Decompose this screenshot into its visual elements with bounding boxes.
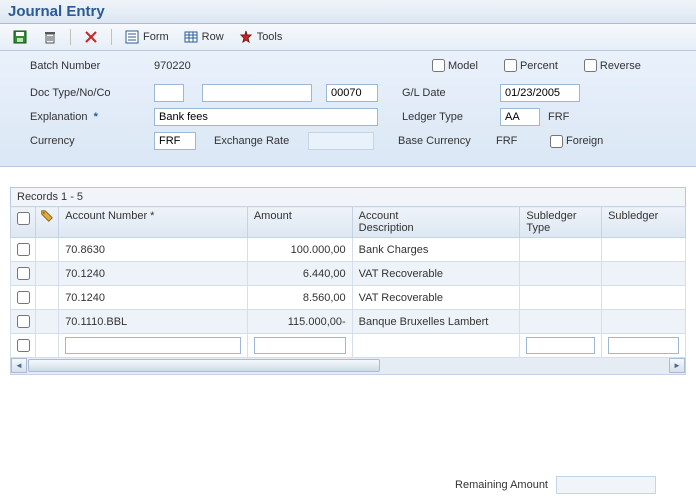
delete-button[interactable]	[38, 27, 62, 47]
cell-account[interactable]: 70.1110.BBL	[59, 310, 248, 334]
records-count: Records 1 - 5	[10, 187, 686, 206]
gl-date-label: G/L Date	[402, 87, 492, 99]
base-currency-label: Base Currency	[398, 135, 488, 147]
row-select[interactable]	[17, 339, 30, 352]
currency-field[interactable]	[154, 132, 196, 150]
row-select[interactable]	[17, 243, 30, 256]
col-subledger[interactable]: Subledger	[602, 207, 686, 238]
scroll-thumb[interactable]	[28, 359, 380, 372]
scroll-left-arrow[interactable]: ◄	[11, 358, 27, 373]
cell-account[interactable]: 70.1240	[59, 286, 248, 310]
cell-sub[interactable]	[602, 238, 686, 262]
table-row[interactable]: 70.8630 100.000,00 Bank Charges	[11, 238, 686, 262]
cell-desc[interactable]: VAT Recoverable	[352, 286, 520, 310]
qbe-icon[interactable]	[36, 207, 59, 238]
ledger-type-field[interactable]	[500, 108, 540, 126]
tools-menu-label: Tools	[257, 31, 283, 43]
ledger-currency-value: FRF	[548, 111, 578, 123]
cell-amount[interactable]: 8.560,00	[247, 286, 352, 310]
grid-region: Records 1 - 5 Account Number * Amount Ac…	[0, 187, 696, 375]
new-amount-input[interactable]	[254, 337, 346, 354]
model-checkbox[interactable]: Model	[432, 59, 478, 72]
new-account-input[interactable]	[65, 337, 241, 354]
save-button[interactable]	[8, 27, 32, 47]
explanation-label: Explanation *	[30, 111, 150, 123]
cell-desc[interactable]: Bank Charges	[352, 238, 520, 262]
base-currency-value: FRF	[496, 135, 542, 147]
cell-sub[interactable]	[602, 286, 686, 310]
doc-type-field[interactable]	[154, 84, 184, 102]
cell-sub[interactable]	[602, 310, 686, 334]
cell-subtype[interactable]	[520, 238, 602, 262]
header-form: Batch Number 970220 Model Percent Revers…	[0, 51, 696, 167]
grid-table: Account Number * Amount Account Descript…	[10, 206, 686, 358]
cell-account[interactable]: 70.1240	[59, 262, 248, 286]
remaining-amount-field	[556, 476, 656, 494]
form-menu[interactable]: Form	[120, 27, 173, 47]
cell-desc[interactable]: VAT Recoverable	[352, 262, 520, 286]
foreign-checkbox[interactable]: Foreign	[550, 135, 603, 148]
row-select[interactable]	[17, 291, 30, 304]
form-menu-label: Form	[143, 31, 169, 43]
cancel-button[interactable]	[79, 27, 103, 47]
new-subtype-input[interactable]	[526, 337, 595, 354]
cell-amount[interactable]: 100.000,00	[247, 238, 352, 262]
percent-checkbox[interactable]: Percent	[504, 59, 558, 72]
ledger-type-label: Ledger Type	[402, 111, 492, 123]
row-select[interactable]	[17, 267, 30, 280]
col-amount[interactable]: Amount	[247, 207, 352, 238]
row-menu-label: Row	[202, 31, 224, 43]
col-subledger-type[interactable]: Subledger Type	[520, 207, 602, 238]
row-menu[interactable]: Row	[179, 27, 228, 47]
cell-subtype[interactable]	[520, 310, 602, 334]
cell-subtype[interactable]	[520, 286, 602, 310]
exchange-rate-field	[308, 132, 374, 150]
col-account-number[interactable]: Account Number *	[59, 207, 248, 238]
cell-subtype[interactable]	[520, 262, 602, 286]
row-select[interactable]	[17, 315, 30, 328]
table-row[interactable]: 70.1240 8.560,00 VAT Recoverable	[11, 286, 686, 310]
doc-no-field[interactable]	[202, 84, 312, 102]
cell-amount[interactable]: 115.000,00-	[247, 310, 352, 334]
cell-sub[interactable]	[602, 262, 686, 286]
page-title: Journal Entry	[0, 0, 696, 24]
cell-account[interactable]: 70.8630	[59, 238, 248, 262]
cell-desc[interactable]: Banque Bruxelles Lambert	[352, 310, 520, 334]
grid-hscrollbar[interactable]: ◄ ►	[10, 358, 686, 375]
table-row[interactable]: 70.1110.BBL 115.000,00- Banque Bruxelles…	[11, 310, 686, 334]
batch-number-value: 970220	[154, 60, 214, 72]
toolbar: Form Row Tools	[0, 24, 696, 51]
doc-type-label: Doc Type/No/Co	[30, 87, 150, 99]
footer: Remaining Amount	[0, 476, 696, 494]
doc-co-field[interactable]	[326, 84, 378, 102]
currency-label: Currency	[30, 135, 150, 147]
gl-date-field[interactable]	[500, 84, 580, 102]
select-all-header[interactable]	[11, 207, 36, 238]
table-row[interactable]: 70.1240 6.440,00 VAT Recoverable	[11, 262, 686, 286]
batch-number-label: Batch Number	[30, 60, 150, 72]
exchange-rate-label: Exchange Rate	[214, 135, 304, 147]
remaining-amount-label: Remaining Amount	[455, 479, 548, 491]
cell-amount[interactable]: 6.440,00	[247, 262, 352, 286]
scroll-right-arrow[interactable]: ►	[669, 358, 685, 373]
reverse-checkbox[interactable]: Reverse	[584, 59, 641, 72]
col-account-description[interactable]: Account Description	[352, 207, 520, 238]
explanation-field[interactable]	[154, 108, 378, 126]
new-sub-input[interactable]	[608, 337, 679, 354]
table-row-new[interactable]	[11, 334, 686, 358]
tools-menu[interactable]: Tools	[234, 27, 287, 47]
